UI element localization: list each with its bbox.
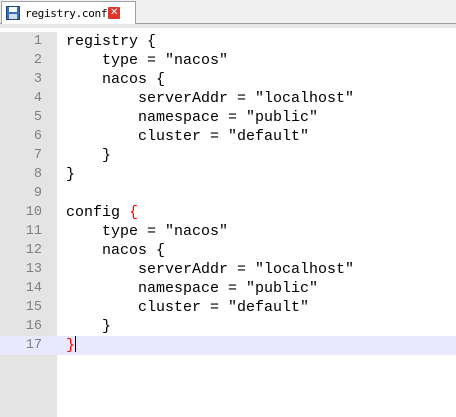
tab-registry-conf[interactable]: registry.conf ✕ <box>1 1 136 24</box>
code-line[interactable]: 5 namespace = "public" <box>0 108 456 127</box>
code-text: } <box>66 165 75 184</box>
line-number: 11 <box>25 224 42 239</box>
line-number: 7 <box>33 148 42 163</box>
line-number: 10 <box>25 205 42 220</box>
code-line[interactable]: 17} <box>0 336 456 355</box>
code-line[interactable]: 14 namespace = "public" <box>0 279 456 298</box>
code-token: cluster = "default" <box>66 128 310 145</box>
tab-bar: registry.conf ✕ <box>0 0 456 24</box>
line-number: 12 <box>25 243 42 258</box>
code-line[interactable]: 13 serverAddr = "localhost" <box>0 260 456 279</box>
code-text: cluster = "default" <box>66 298 309 317</box>
code-text: type = "nacos" <box>66 222 228 241</box>
code-text: namespace = "public" <box>66 108 318 127</box>
code-text: serverAddr = "localhost" <box>66 89 354 108</box>
code-editor[interactable]: 1 registry {2 type = "nacos" 3 nacos {4 se… <box>0 24 456 417</box>
line-number: 2 <box>33 53 42 68</box>
code-text: } <box>66 146 111 165</box>
code-line[interactable]: 7 } <box>0 146 456 165</box>
line-number: 13 <box>25 262 42 277</box>
code-token: namespace = "public" <box>66 280 319 297</box>
code-line[interactable]: 1 registry { <box>0 32 456 51</box>
code-text: type = "nacos" <box>66 51 228 70</box>
code-line[interactable]: 10 config { <box>0 203 456 222</box>
code-token: } <box>66 147 112 164</box>
line-number: 15 <box>25 300 42 315</box>
line-number: 1 <box>33 34 42 49</box>
code-token: cluster = "default" <box>66 299 310 316</box>
code-text: } <box>66 317 111 336</box>
code-line[interactable]: 15 cluster = "default" <box>0 298 456 317</box>
code-text: config { <box>66 203 138 222</box>
code-text: nacos { <box>66 241 165 260</box>
code-token: type = "nacos" <box>66 223 229 240</box>
matched-brace: } <box>66 337 76 354</box>
text-caret <box>75 336 77 352</box>
code-token: namespace = "public" <box>66 109 319 126</box>
line-number: 4 <box>33 91 42 106</box>
code-token: } <box>66 166 76 183</box>
code-line[interactable]: 2 type = "nacos" <box>0 51 456 70</box>
line-number: 5 <box>33 110 42 125</box>
matched-brace: { <box>129 204 139 221</box>
code-token: } <box>66 318 112 335</box>
code-token: config <box>66 204 130 221</box>
code-token: nacos { <box>66 71 166 88</box>
code-line[interactable]: 3 nacos { <box>0 70 456 89</box>
code-text: } <box>66 336 77 355</box>
code-token: serverAddr = "localhost" <box>66 90 355 107</box>
code-line[interactable]: 12 nacos { <box>0 241 456 260</box>
line-number: 17 <box>25 338 42 353</box>
code-token: type = "nacos" <box>66 52 229 69</box>
line-number: 16 <box>25 319 42 334</box>
line-number: 6 <box>33 129 42 144</box>
tab-label: registry.conf <box>25 6 108 20</box>
code-text: namespace = "public" <box>66 279 318 298</box>
code-text: serverAddr = "localhost" <box>66 260 354 279</box>
code-line[interactable]: 8} <box>0 165 456 184</box>
line-number: 14 <box>25 281 42 296</box>
line-number: 8 <box>33 167 42 182</box>
code-text: registry { <box>66 32 156 51</box>
line-number: 9 <box>33 186 42 201</box>
line-number: 3 <box>33 72 42 87</box>
code-line[interactable]: 16 } <box>0 317 456 336</box>
code-token: serverAddr = "localhost" <box>66 261 355 278</box>
save-icon <box>6 6 20 20</box>
code-token: nacos { <box>66 242 166 259</box>
code-line[interactable]: 6 cluster = "default" <box>0 127 456 146</box>
code-line[interactable]: 9 <box>0 184 456 203</box>
code-line[interactable]: 11 type = "nacos" <box>0 222 456 241</box>
code-line[interactable]: 4 serverAddr = "localhost" <box>0 89 456 108</box>
close-icon[interactable]: ✕ <box>108 7 121 19</box>
code-token: registry { <box>66 33 157 50</box>
code-text: cluster = "default" <box>66 127 309 146</box>
code-text: nacos { <box>66 70 165 89</box>
